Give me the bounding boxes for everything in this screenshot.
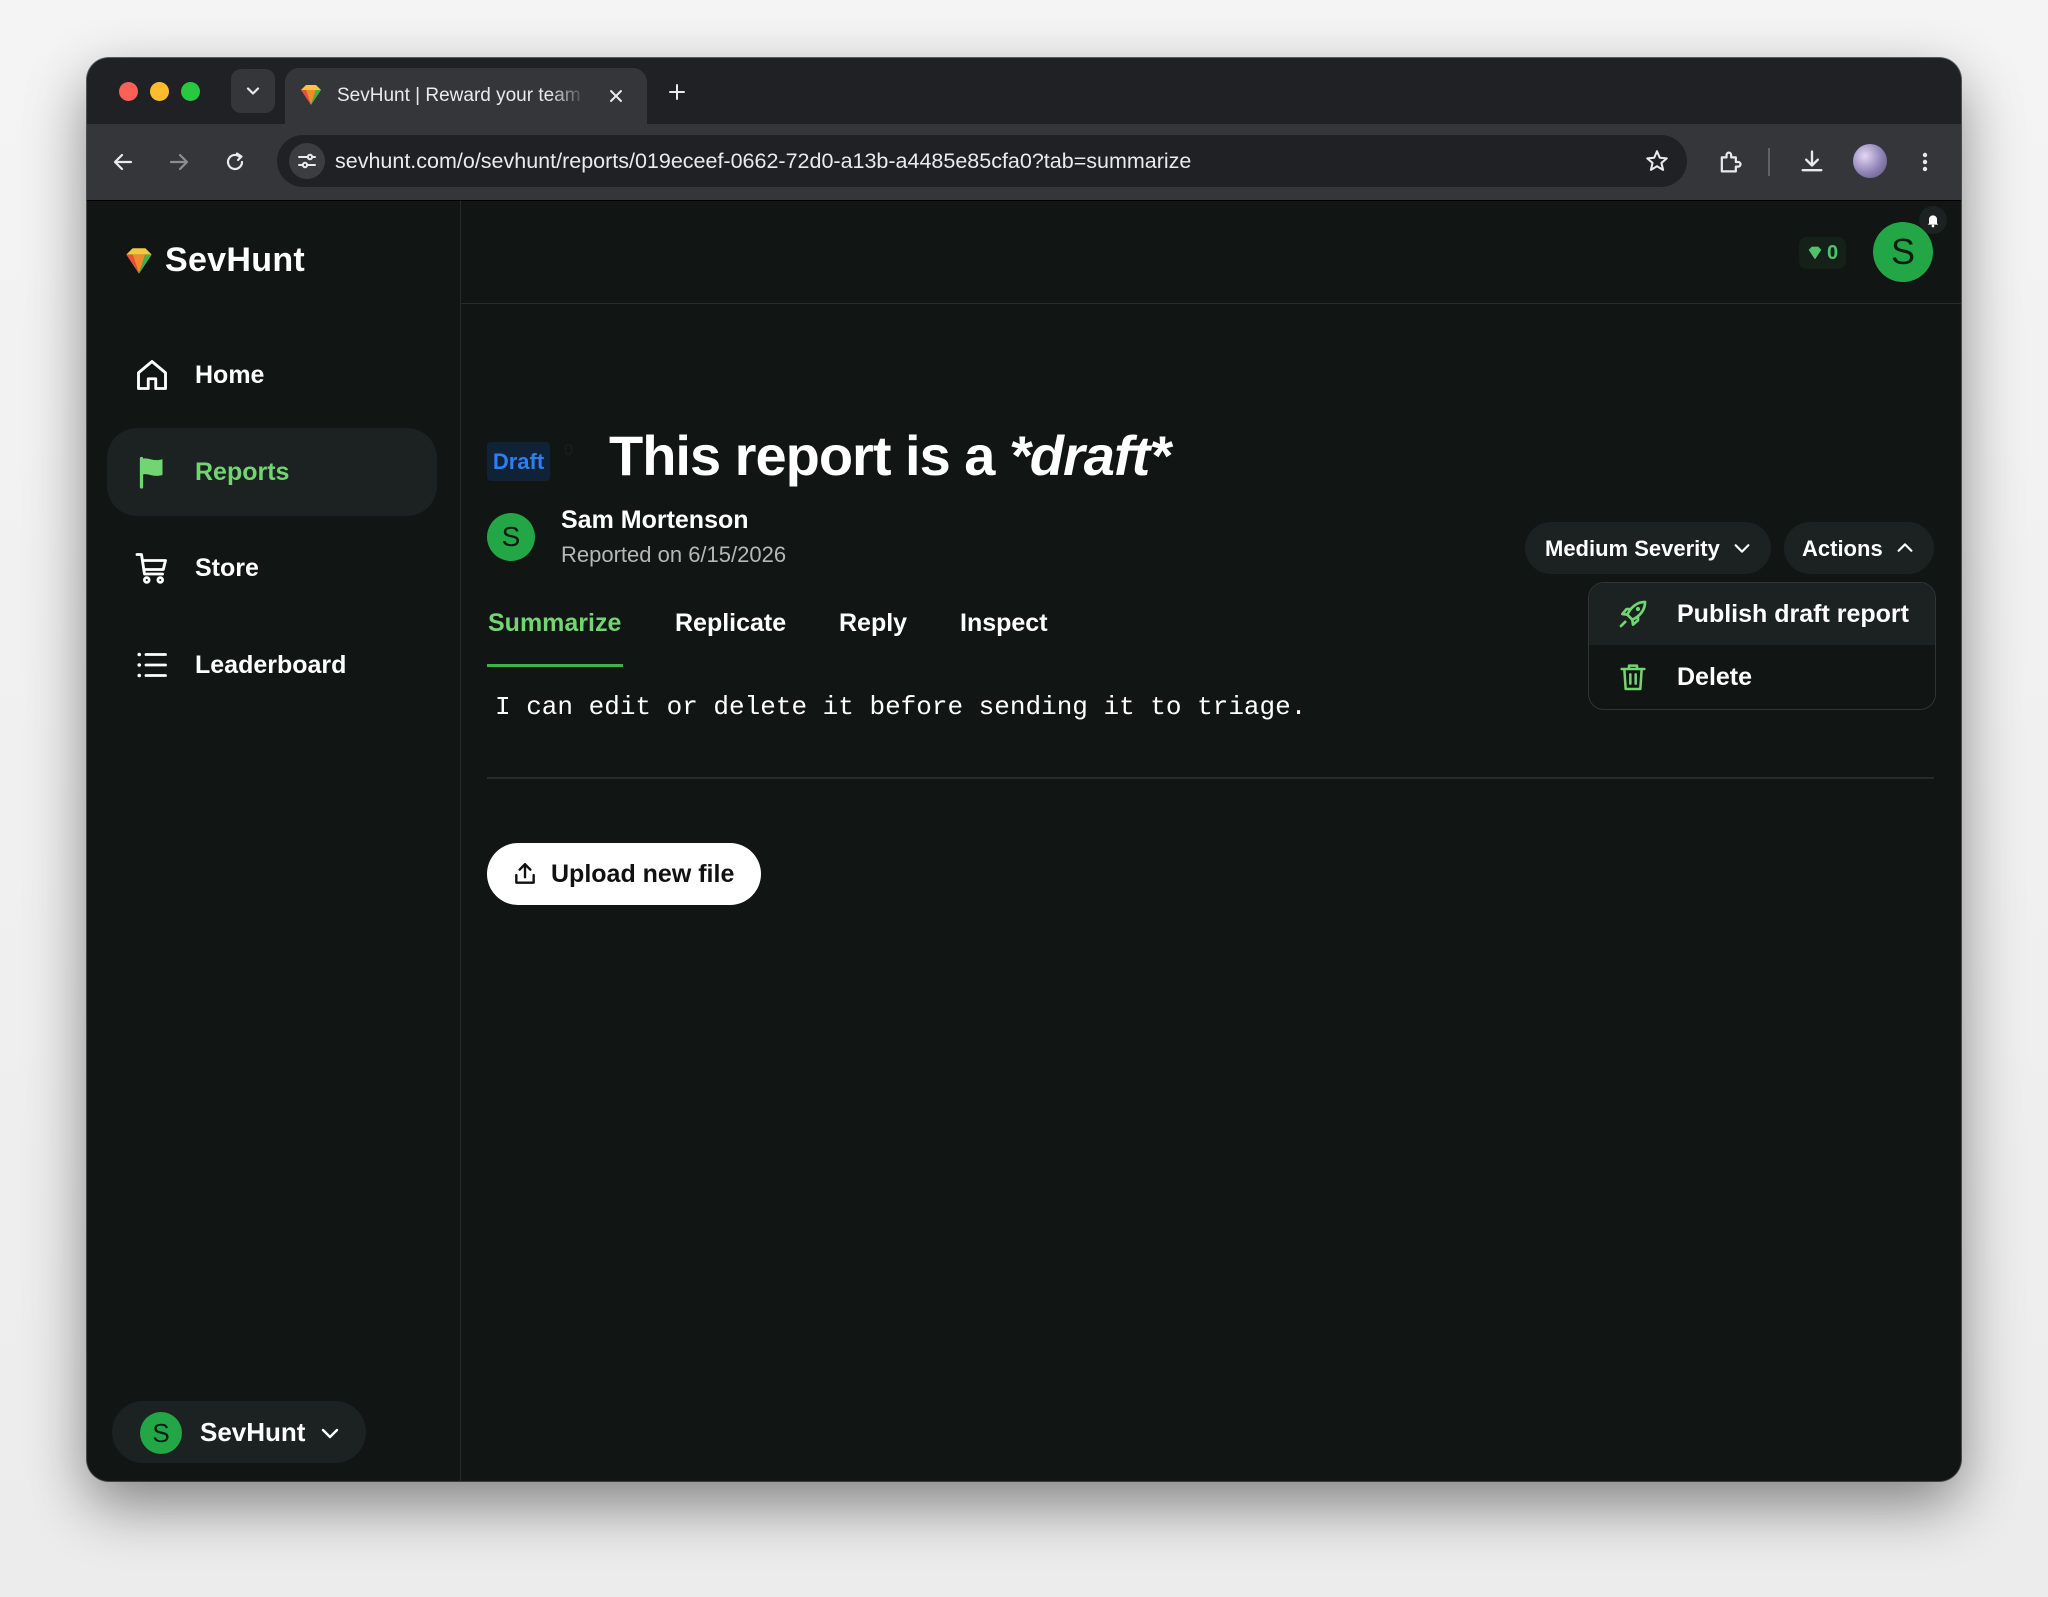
browser-window: SevHunt | Reward your team for finding b…	[87, 58, 1961, 1481]
minimize-window-button[interactable]	[150, 82, 169, 101]
report-main: Draft 0 This report is a *draft* S Sam M…	[487, 303, 1936, 1481]
sidebar-item-reports[interactable]: Reports	[107, 428, 437, 516]
actions-label: Actions	[1802, 536, 1883, 561]
tab-reply[interactable]: Reply	[839, 609, 907, 638]
reload-icon[interactable]	[219, 146, 251, 178]
status-badge: Draft	[487, 442, 550, 481]
upload-icon	[511, 860, 539, 888]
tab-strip: SevHunt | Reward your team for finding b…	[87, 58, 1961, 124]
sidebar-item-store[interactable]: Store	[107, 524, 437, 612]
brand-name: SevHunt	[165, 241, 306, 279]
extensions-icon[interactable]	[1714, 146, 1746, 178]
author-name: Sam Mortenson	[561, 506, 749, 534]
sidebar-item-label: Store	[195, 553, 259, 582]
bell-icon[interactable]	[1919, 206, 1947, 234]
site-info-icon[interactable]	[289, 143, 325, 179]
sidebar: SevHunt Home Reports Store Leaderboard S…	[87, 201, 461, 1481]
browser-toolbar: sevhunt.com/o/sevhunt/reports/019eceef-0…	[87, 124, 1961, 201]
bookmark-star-icon[interactable]	[1643, 147, 1671, 175]
browser-menu-icon[interactable]	[1909, 146, 1941, 178]
browser-profile-avatar[interactable]	[1853, 144, 1887, 178]
org-avatar: S	[140, 1412, 182, 1454]
list-icon	[133, 646, 171, 684]
close-window-button[interactable]	[119, 82, 138, 101]
title-prefix: This report is a	[609, 424, 1009, 487]
chevron-up-icon	[1892, 534, 1918, 562]
org-switcher[interactable]: S SevHunt	[112, 1401, 366, 1463]
menu-item-delete[interactable]: Delete	[1589, 646, 1935, 708]
toolbar-separator	[1768, 148, 1770, 176]
tab-replicate[interactable]: Replicate	[675, 609, 786, 638]
browser-tab[interactable]: SevHunt | Reward your team for finding b…	[285, 68, 647, 124]
tab-inspect[interactable]: Inspect	[960, 609, 1048, 638]
new-tab-button[interactable]	[662, 77, 692, 107]
gem-logo-icon	[301, 85, 321, 105]
chevron-down-icon	[1729, 534, 1755, 562]
upload-label: Upload new file	[551, 860, 735, 888]
top-bar: 0 S	[461, 201, 1961, 304]
actions-button[interactable]: Actions	[1784, 522, 1934, 574]
rocket-icon	[1615, 596, 1651, 632]
download-icon[interactable]	[1796, 146, 1828, 178]
gem-balance[interactable]: 0	[1799, 237, 1847, 269]
author-avatar: S	[487, 513, 535, 561]
sidebar-item-label: Leaderboard	[195, 650, 347, 679]
sidebar-item-label: Home	[195, 360, 265, 389]
trash-icon	[1615, 659, 1651, 695]
menu-item-label: Delete	[1677, 662, 1753, 691]
maximize-window-button[interactable]	[181, 82, 200, 101]
page-title: This report is a *draft*	[609, 423, 1171, 488]
url-text: sevhunt.com/o/sevhunt/reports/019eceef-0…	[335, 149, 1192, 173]
home-icon	[133, 356, 171, 394]
address-bar[interactable]: sevhunt.com/o/sevhunt/reports/019eceef-0…	[277, 135, 1687, 187]
reported-date: Reported on 6/15/2026	[561, 542, 787, 567]
title-emphasis: *draft*	[1009, 424, 1171, 487]
tab-title: SevHunt | Reward your team for finding b…	[337, 85, 587, 106]
gem-logo-icon	[126, 247, 152, 274]
active-tab-indicator	[487, 664, 623, 667]
org-name: SevHunt	[200, 1417, 306, 1447]
tab-summarize[interactable]: Summarize	[488, 609, 621, 638]
app-root: SevHunt Home Reports Store Leaderboard S…	[87, 201, 1961, 1481]
chevron-down-icon	[246, 87, 260, 95]
back-icon[interactable]	[107, 146, 139, 178]
brand-logo[interactable]: SevHunt	[123, 241, 305, 280]
tab-search-button[interactable]	[231, 69, 275, 113]
actions-menu: Publish draft report Delete	[1588, 582, 1936, 710]
sidebar-item-label: Reports	[195, 457, 290, 486]
flag-icon	[133, 453, 171, 491]
chevron-down-icon	[316, 1419, 344, 1447]
severity-dropdown[interactable]: Medium Severity	[1525, 522, 1771, 574]
menu-item-publish[interactable]: Publish draft report	[1589, 583, 1935, 645]
cart-icon	[133, 549, 171, 587]
upload-file-button[interactable]: Upload new file	[487, 843, 761, 905]
gem-icon	[1808, 246, 1822, 260]
close-tab-icon[interactable]	[603, 83, 629, 109]
sidebar-item-leaderboard[interactable]: Leaderboard	[107, 621, 437, 709]
status-count: 0	[564, 442, 573, 459]
divider	[487, 777, 1934, 779]
report-summary: I can edit or delete it before sending i…	[495, 692, 1307, 722]
gem-count: 0	[1827, 241, 1839, 264]
severity-label: Medium Severity	[1545, 536, 1720, 561]
plus-icon	[669, 84, 685, 100]
sidebar-item-home[interactable]: Home	[107, 331, 437, 419]
forward-icon[interactable]	[163, 146, 195, 178]
menu-item-label: Publish draft report	[1677, 599, 1909, 628]
